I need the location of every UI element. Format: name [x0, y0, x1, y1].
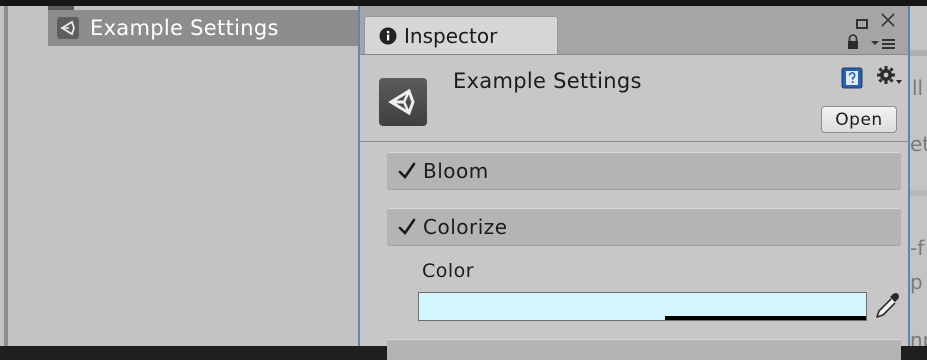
- divider: [910, 190, 927, 196]
- eyedropper-icon[interactable]: [873, 290, 903, 322]
- project-panel: Example Settings: [0, 6, 362, 346]
- unity-asset-icon: [56, 16, 80, 40]
- background-text: np: [910, 328, 927, 346]
- open-button[interactable]: Open: [821, 106, 897, 133]
- info-icon: [379, 27, 397, 45]
- background-text: p: [910, 270, 923, 294]
- asset-title: Example Settings: [453, 69, 642, 93]
- tab-inspector[interactable]: Inspector: [364, 16, 558, 54]
- section-colorize[interactable]: Colorize: [387, 208, 901, 246]
- background-window: ll et -f p np: [910, 6, 927, 346]
- inspector-window: Inspector Example Settings Open Bloom Co…: [358, 6, 910, 360]
- checkmark-icon[interactable]: [397, 217, 417, 237]
- color-picker-field[interactable]: [418, 292, 867, 321]
- menu-icon[interactable]: [870, 36, 896, 52]
- section-label: Bloom: [423, 159, 489, 183]
- lock-icon[interactable]: [846, 34, 860, 50]
- background-text: ll: [912, 76, 924, 100]
- divider: [910, 50, 927, 56]
- close-icon[interactable]: [880, 12, 896, 28]
- gear-icon[interactable]: [876, 65, 902, 89]
- tab-strip: Inspector: [360, 6, 908, 55]
- unity-asset-icon: [379, 78, 427, 126]
- alpha-bar: [664, 316, 866, 320]
- background-text: et: [910, 132, 927, 156]
- color-label: Color: [422, 260, 475, 282]
- maximize-icon[interactable]: [856, 14, 868, 29]
- panel-divider: [4, 6, 8, 346]
- section-label: Colorize: [423, 215, 508, 239]
- project-item-selected[interactable]: Example Settings: [48, 10, 358, 46]
- help-icon[interactable]: [841, 67, 863, 89]
- project-item-label: Example Settings: [90, 16, 279, 40]
- inspector-header: Example Settings Open: [360, 55, 908, 142]
- background-text: -f: [910, 236, 925, 260]
- section-next[interactable]: [387, 339, 901, 360]
- section-bloom[interactable]: Bloom: [387, 152, 901, 190]
- checkmark-icon[interactable]: [397, 161, 417, 181]
- tab-label: Inspector: [404, 23, 498, 48]
